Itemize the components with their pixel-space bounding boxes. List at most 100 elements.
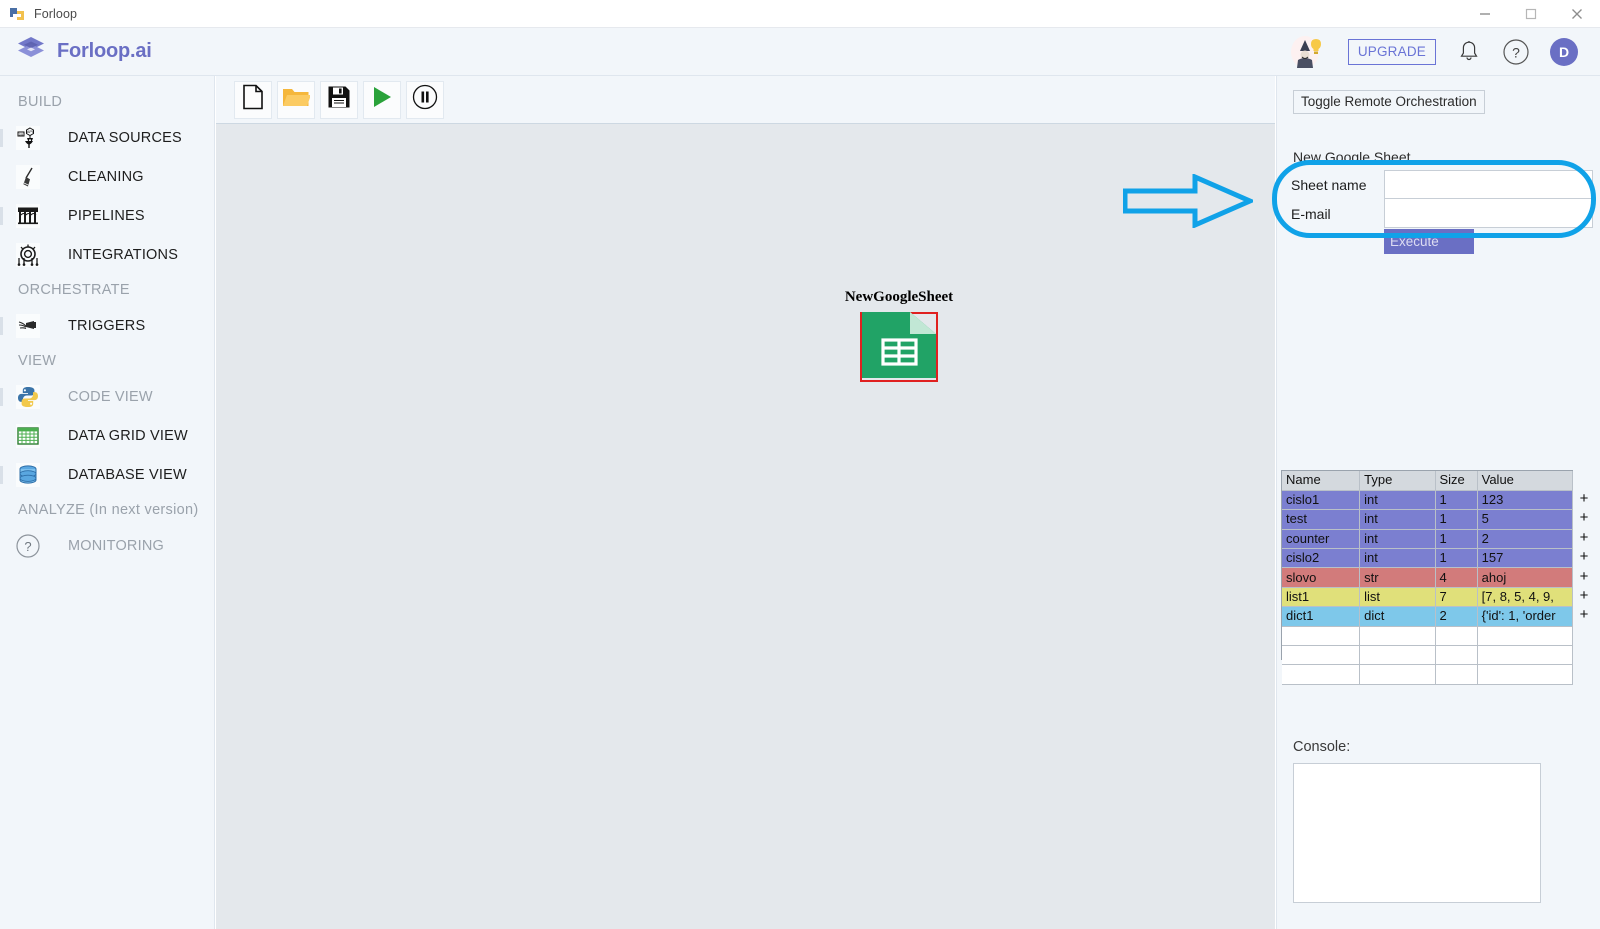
save-floppy-icon xyxy=(327,85,351,114)
cleaning-broom-icon xyxy=(14,163,42,191)
sidebar-item-integrations[interactable]: INTEGRATIONS xyxy=(0,235,214,274)
forloop-app-icon xyxy=(9,6,25,22)
wizard-hint-icon[interactable] xyxy=(1288,32,1328,72)
avatar[interactable]: D xyxy=(1550,37,1578,66)
sidebar-group-orchestrate: ORCHESTRATE xyxy=(18,282,130,298)
maximize-button[interactable] xyxy=(1508,0,1554,28)
sidebar-edge-tick xyxy=(0,206,3,225)
sidebar-item-data-sources[interactable]: API DB DATA SOURCES xyxy=(0,118,214,157)
application-window: Forloop Forloop.ai UPGRADE ? D BUILD API… xyxy=(0,0,1600,929)
add-variable-button[interactable]: + xyxy=(1573,567,1595,586)
cell-type: int xyxy=(1359,490,1436,511)
header-actions: UPGRADE ? D xyxy=(1288,32,1578,72)
table-row[interactable] xyxy=(1282,626,1574,647)
table-row[interactable] xyxy=(1282,664,1574,685)
minimize-button[interactable] xyxy=(1462,0,1508,28)
table-row[interactable]: dict1 dict 2 {'id': 1, 'order xyxy=(1282,606,1574,627)
save-button[interactable] xyxy=(320,80,358,119)
table-row[interactable]: slovo str 4 ahoj xyxy=(1282,567,1574,588)
cell-value: ahoj xyxy=(1477,567,1574,588)
table-row[interactable]: cislo2 int 1 157 xyxy=(1282,548,1574,569)
sidebar-item-label: INTEGRATIONS xyxy=(68,246,179,263)
sidebar-item-monitoring[interactable]: ? MONITORING xyxy=(0,526,214,565)
cell-name xyxy=(1282,626,1361,647)
sidebar-group-build: BUILD xyxy=(18,94,63,110)
close-button[interactable] xyxy=(1554,0,1600,28)
email-input[interactable] xyxy=(1385,199,1592,227)
toggle-remote-orchestration-button[interactable]: Toggle Remote Orchestration xyxy=(1293,90,1485,114)
table-row[interactable]: cislo1 int 1 123 xyxy=(1282,490,1574,511)
variables-table-body: cislo1 int 1 123 test int 1 5 counter int 1 2 cislo2… xyxy=(1282,490,1574,685)
cell-size xyxy=(1435,664,1478,685)
sidebar: BUILD API DB DATA SOURCES CLEANING PIPEL… xyxy=(0,76,215,929)
app-header: Forloop.ai UPGRADE ? D xyxy=(0,28,1600,76)
sheet-name-input[interactable] xyxy=(1385,171,1592,198)
column-header-name: Name xyxy=(1282,471,1361,491)
cell-type: str xyxy=(1359,567,1436,588)
pipeline-canvas[interactable]: NewGoogleSheet xyxy=(216,124,1275,929)
window-title: Forloop xyxy=(34,6,78,21)
sidebar-item-label: TRIGGERS xyxy=(68,317,146,334)
upgrade-button[interactable]: UPGRADE xyxy=(1347,38,1436,65)
console-output[interactable] xyxy=(1293,763,1541,903)
sidebar-edge-tick xyxy=(0,465,3,484)
execute-button[interactable]: Execute xyxy=(1384,229,1474,254)
email-input-wrap[interactable] xyxy=(1384,199,1593,228)
right-panel: Toggle Remote Orchestration New Google S… xyxy=(1276,76,1600,929)
sidebar-item-data-grid-view[interactable]: DATA GRID VIEW xyxy=(0,416,214,455)
node-selection-box[interactable] xyxy=(860,311,938,382)
sidebar-item-label: MONITORING xyxy=(68,537,164,554)
run-button[interactable] xyxy=(363,80,401,119)
open-folder-button[interactable] xyxy=(277,80,315,119)
cell-type: int xyxy=(1359,529,1436,550)
cell-type xyxy=(1359,664,1436,685)
pause-button[interactable] xyxy=(406,80,444,119)
add-variable-button[interactable]: + xyxy=(1573,547,1595,566)
sidebar-item-cleaning[interactable]: CLEANING xyxy=(0,157,214,196)
new-file-button[interactable] xyxy=(234,80,272,119)
cell-type xyxy=(1359,645,1436,666)
add-variable-button[interactable]: + xyxy=(1573,528,1595,547)
add-variable-button[interactable]: + xyxy=(1573,489,1595,508)
sidebar-item-triggers[interactable]: TRIGGERS xyxy=(0,306,214,345)
sidebar-item-pipelines[interactable]: PIPELINES xyxy=(0,196,214,235)
add-variable-button[interactable]: + xyxy=(1573,605,1595,624)
variables-table[interactable]: Name Type Size Value cislo1 int 1 123 test in… xyxy=(1281,470,1574,685)
cell-name: slovo xyxy=(1282,567,1361,588)
sidebar-item-code-view[interactable]: CODE VIEW xyxy=(0,377,214,416)
canvas-node-newgooglesheet[interactable]: NewGoogleSheet xyxy=(844,289,954,382)
column-header-size: Size xyxy=(1435,471,1478,491)
cell-type: int xyxy=(1359,509,1436,530)
data-grid-icon xyxy=(14,422,42,450)
cell-value xyxy=(1477,645,1574,666)
canvas-toolbar xyxy=(216,76,1275,124)
cell-size: 1 xyxy=(1435,490,1478,511)
node-label: NewGoogleSheet xyxy=(844,289,954,305)
add-variable-button[interactable]: + xyxy=(1573,508,1595,527)
sidebar-item-database-view[interactable]: DATABASE VIEW xyxy=(0,455,214,494)
help-question-icon[interactable]: ? xyxy=(1502,38,1530,66)
form-row-sheet-name: Sheet name xyxy=(1285,170,1593,199)
pipelines-aqueduct-icon xyxy=(14,202,42,230)
annotation-arrow-icon xyxy=(1122,173,1257,233)
table-row[interactable]: counter int 1 2 xyxy=(1282,529,1574,550)
add-variable-button[interactable]: + xyxy=(1573,586,1595,605)
table-header-row: Name Type Size Value xyxy=(1282,471,1574,491)
cell-name: counter xyxy=(1282,529,1361,550)
sheet-name-input-wrap[interactable] xyxy=(1384,170,1593,199)
table-row[interactable]: test int 1 5 xyxy=(1282,509,1574,530)
table-row[interactable] xyxy=(1282,645,1574,666)
sidebar-item-label: CODE VIEW xyxy=(68,388,153,405)
brand[interactable]: Forloop.ai xyxy=(16,35,152,68)
email-label: E-mail xyxy=(1291,205,1331,222)
table-row[interactable]: list1 list 7 [7, 8, 5, 4, 9, xyxy=(1282,587,1574,608)
integrations-icon xyxy=(14,241,42,269)
sidebar-item-label: DATABASE VIEW xyxy=(68,466,187,483)
cell-name xyxy=(1282,664,1361,685)
cell-name: cislo1 xyxy=(1282,490,1361,511)
form-title: New Google Sheet xyxy=(1293,149,1411,165)
cell-value: [7, 8, 5, 4, 9, xyxy=(1477,587,1574,608)
notification-bell-icon[interactable] xyxy=(1456,39,1482,65)
svg-text:?: ? xyxy=(24,539,31,554)
cell-name: cislo2 xyxy=(1282,548,1361,569)
